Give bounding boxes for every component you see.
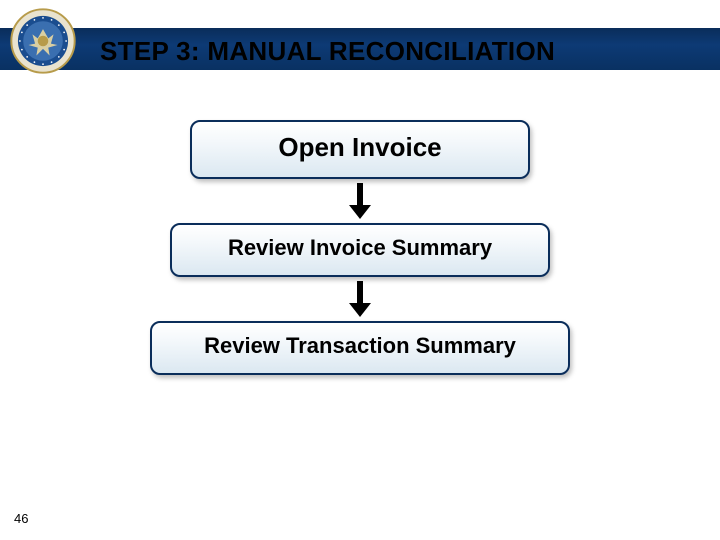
- flow-diagram: Open Invoice Review Invoice Summary Revi…: [0, 120, 720, 375]
- step-open-invoice: Open Invoice: [190, 120, 530, 179]
- page-number: 46: [14, 511, 28, 526]
- step-label: Review Invoice Summary: [228, 235, 492, 260]
- dod-seal-icon: [10, 8, 76, 74]
- arrow-down-icon: [349, 281, 371, 317]
- slide-container: Defense Travel Management Office STEP 3:…: [0, 0, 720, 540]
- arrow-down-icon: [349, 183, 371, 219]
- page-title: STEP 3: MANUAL RECONCILIATION: [100, 36, 555, 67]
- step-label: Open Invoice: [278, 132, 441, 162]
- org-label: Defense Travel Management Office: [486, 6, 712, 22]
- step-review-transaction-summary: Review Transaction Summary: [150, 321, 570, 375]
- step-review-invoice-summary: Review Invoice Summary: [170, 223, 550, 277]
- step-label: Review Transaction Summary: [204, 333, 516, 358]
